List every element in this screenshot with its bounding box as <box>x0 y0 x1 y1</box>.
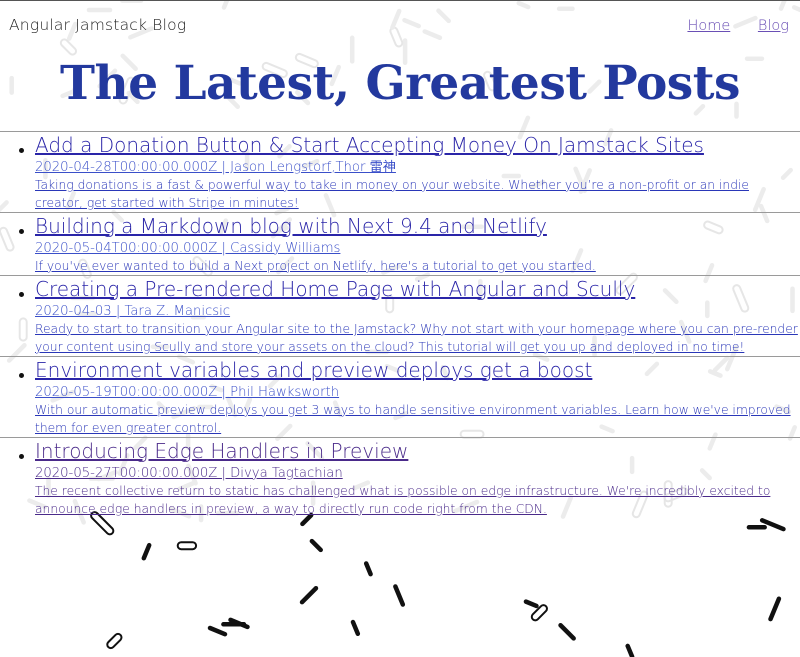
post-item: Building a Markdown blog with Next 9.4 a… <box>0 212 800 275</box>
post-title-link[interactable]: Building a Markdown blog with Next 9.4 a… <box>35 213 800 240</box>
post-description[interactable]: The recent collective return to static h… <box>35 482 800 518</box>
site-header: Angular Jamstack Blog Home Blog <box>0 0 800 48</box>
post-item: Add a Donation Button & Start Accepting … <box>0 131 800 212</box>
post-description[interactable]: If you've ever wanted to build a Next pr… <box>35 257 800 275</box>
post-meta[interactable]: 2020-05-04T00:00:00.000Z | Cassidy Willi… <box>35 240 800 257</box>
confetti-piece <box>350 619 361 636</box>
post-item: Environment variables and preview deploy… <box>0 356 800 437</box>
confetti-piece <box>207 625 228 637</box>
confetti-piece <box>106 632 123 650</box>
post-description[interactable]: Taking donations is a fast & powerful wa… <box>35 176 800 212</box>
page-title: The Latest, Greatest Posts <box>60 56 740 111</box>
confetti-piece <box>363 561 373 577</box>
post-meta[interactable]: 2020-05-27T00:00:00.000Z | Divya Tagtach… <box>35 465 800 482</box>
confetti-piece <box>558 622 576 641</box>
confetti-piece <box>176 541 198 551</box>
post-description[interactable]: With our automatic preview deploys you g… <box>35 401 800 437</box>
post-meta[interactable]: 2020-04-28T00:00:00.000Z | Jason Lengsto… <box>35 159 800 176</box>
post-title-link[interactable]: Environment variables and preview deploy… <box>35 357 800 384</box>
confetti-piece <box>523 599 539 609</box>
site-brand: Angular Jamstack Blog <box>9 16 187 34</box>
post-list: Add a Donation Button & Start Accepting … <box>0 131 800 518</box>
nav-home-link[interactable]: Home <box>687 18 730 34</box>
main-nav: Home Blog <box>664 18 789 34</box>
post-item: Introducing Edge Handlers in Preview 202… <box>0 437 800 518</box>
confetti-piece <box>768 596 782 622</box>
post-meta[interactable]: 2020-05-19T00:00:00.000Z | Phil Hawkswor… <box>35 384 800 401</box>
post-description[interactable]: Ready to start to transition your Angula… <box>35 320 800 356</box>
confetti-piece <box>141 542 152 561</box>
post-meta[interactable]: 2020-04-03 | Tara Z. Manicsic <box>35 303 800 320</box>
confetti-piece <box>299 585 319 605</box>
nav-blog-link[interactable]: Blog <box>758 18 789 34</box>
confetti-piece <box>393 584 406 607</box>
confetti-piece <box>309 538 323 553</box>
post-title-link[interactable]: Add a Donation Button & Start Accepting … <box>35 132 800 159</box>
confetti-piece <box>625 643 635 657</box>
post-title-link[interactable]: Introducing Edge Handlers in Preview <box>35 438 800 465</box>
post-item: Creating a Pre-rendered Home Page with A… <box>0 275 800 356</box>
post-title-link[interactable]: Creating a Pre-rendered Home Page with A… <box>35 276 800 303</box>
